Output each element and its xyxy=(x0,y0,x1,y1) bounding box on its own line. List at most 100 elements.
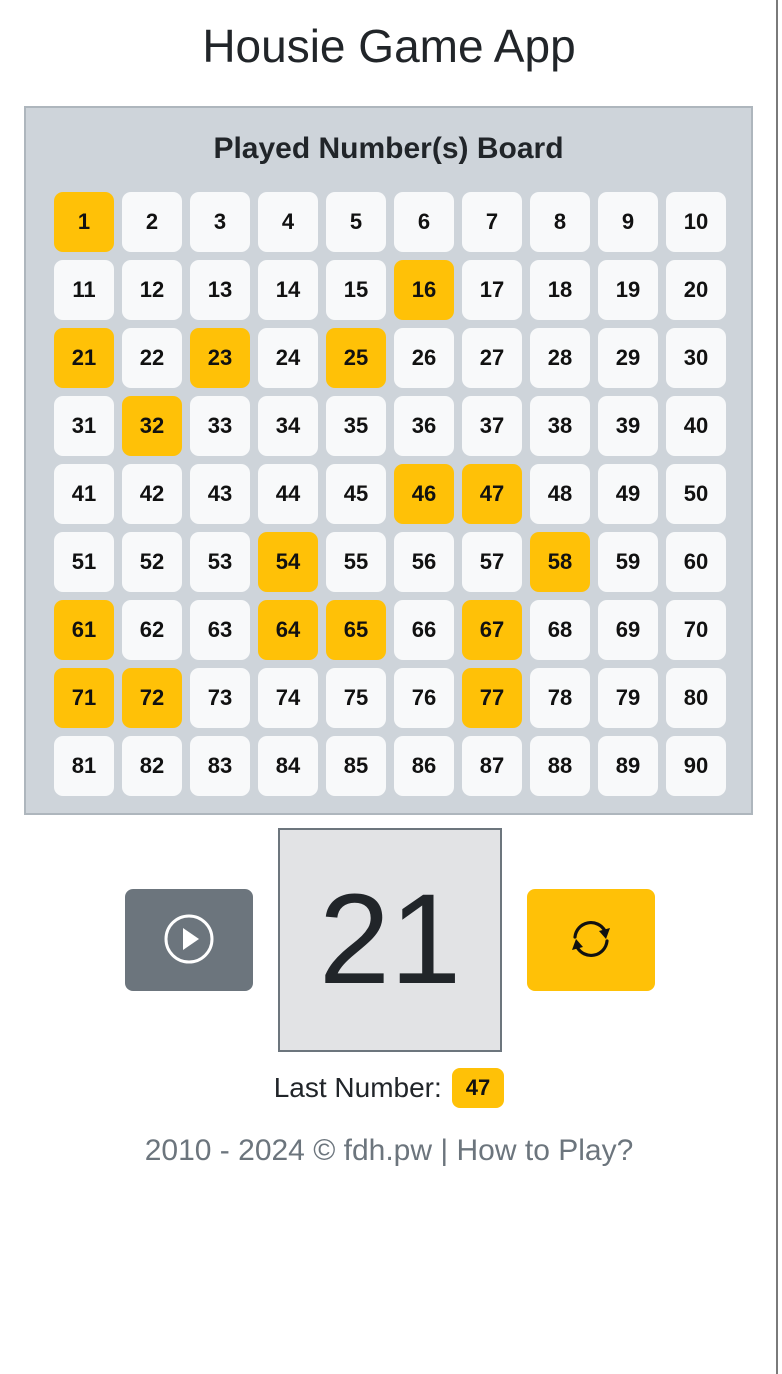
number-cell-6: 6 xyxy=(394,192,454,252)
page-title: Housie Game App xyxy=(202,20,576,72)
number-cell-66: 66 xyxy=(394,600,454,660)
number-cell-64: 64 xyxy=(258,600,318,660)
number-cell-11: 11 xyxy=(54,260,114,320)
number-cell-86: 86 xyxy=(394,736,454,796)
number-cell-14: 14 xyxy=(258,260,318,320)
number-cell-72: 72 xyxy=(122,668,182,728)
copyright-text: 2010 - 2024 © fdh.pw xyxy=(144,1134,433,1167)
number-cell-31: 31 xyxy=(54,396,114,456)
number-cell-57: 57 xyxy=(462,532,522,592)
number-cell-69: 69 xyxy=(598,600,658,660)
refresh-icon xyxy=(566,914,616,967)
number-cell-43: 43 xyxy=(190,464,250,524)
number-cell-58: 58 xyxy=(530,532,590,592)
number-cell-40: 40 xyxy=(666,396,726,456)
number-cell-3: 3 xyxy=(190,192,250,252)
number-cell-56: 56 xyxy=(394,532,454,592)
number-cell-79: 79 xyxy=(598,668,658,728)
number-cell-23: 23 xyxy=(190,328,250,388)
number-cell-39: 39 xyxy=(598,396,658,456)
number-cell-5: 5 xyxy=(326,192,386,252)
how-to-play-link[interactable]: How to Play? xyxy=(457,1134,634,1167)
number-cell-51: 51 xyxy=(54,532,114,592)
number-cell-75: 75 xyxy=(326,668,386,728)
number-cell-37: 37 xyxy=(462,396,522,456)
number-cell-9: 9 xyxy=(598,192,658,252)
number-cell-4: 4 xyxy=(258,192,318,252)
number-cell-8: 8 xyxy=(530,192,590,252)
number-cell-88: 88 xyxy=(530,736,590,796)
number-cell-85: 85 xyxy=(326,736,386,796)
number-cell-29: 29 xyxy=(598,328,658,388)
last-number-badge: 47 xyxy=(451,1068,505,1108)
reset-game-button[interactable] xyxy=(527,889,655,991)
number-cell-27: 27 xyxy=(462,328,522,388)
game-controls: 21 xyxy=(0,828,778,1052)
number-cell-22: 22 xyxy=(122,328,182,388)
number-cell-1: 1 xyxy=(54,192,114,252)
number-cell-55: 55 xyxy=(326,532,386,592)
number-cell-68: 68 xyxy=(530,600,590,660)
number-cell-90: 90 xyxy=(666,736,726,796)
number-cell-76: 76 xyxy=(394,668,454,728)
number-cell-50: 50 xyxy=(666,464,726,524)
number-cell-2: 2 xyxy=(122,192,182,252)
number-cell-83: 83 xyxy=(190,736,250,796)
number-cell-89: 89 xyxy=(598,736,658,796)
number-cell-73: 73 xyxy=(190,668,250,728)
played-numbers-board: Played Number(s) Board 1 2 3 4 5 6 7 8 9 10 11 12 13… xyxy=(24,106,753,815)
last-number-label: Last Number: xyxy=(273,1072,442,1103)
current-number-display: 21 xyxy=(278,828,502,1052)
play-button[interactable] xyxy=(125,889,253,991)
number-cell-30: 30 xyxy=(666,328,726,388)
number-cell-34: 34 xyxy=(258,396,318,456)
number-cell-38: 38 xyxy=(530,396,590,456)
number-cell-15: 15 xyxy=(326,260,386,320)
board-title: Played Number(s) Board xyxy=(213,132,564,165)
number-cell-32: 32 xyxy=(122,396,182,456)
number-cell-10: 10 xyxy=(666,192,726,252)
number-cell-19: 19 xyxy=(598,260,658,320)
footer: 2010 - 2024 © fdh.pw | How to Play? xyxy=(0,1132,778,1170)
number-cell-60: 60 xyxy=(666,532,726,592)
number-cell-33: 33 xyxy=(190,396,250,456)
number-cell-20: 20 xyxy=(666,260,726,320)
number-cell-84: 84 xyxy=(258,736,318,796)
number-cell-42: 42 xyxy=(122,464,182,524)
number-cell-53: 53 xyxy=(190,532,250,592)
number-cell-70: 70 xyxy=(666,600,726,660)
number-cell-26: 26 xyxy=(394,328,454,388)
number-cell-67: 67 xyxy=(462,600,522,660)
number-cell-82: 82 xyxy=(122,736,182,796)
number-cell-59: 59 xyxy=(598,532,658,592)
number-cell-12: 12 xyxy=(122,260,182,320)
number-cell-54: 54 xyxy=(258,532,318,592)
last-number-row: Last Number: 47 xyxy=(0,1068,778,1108)
number-cell-25: 25 xyxy=(326,328,386,388)
number-cell-71: 71 xyxy=(54,668,114,728)
play-circle-icon xyxy=(163,913,215,968)
footer-separator: | xyxy=(432,1134,457,1167)
number-cell-46: 46 xyxy=(394,464,454,524)
number-cell-87: 87 xyxy=(462,736,522,796)
current-number: 21 xyxy=(318,868,462,1011)
number-cell-77: 77 xyxy=(462,668,522,728)
number-cell-52: 52 xyxy=(122,532,182,592)
number-grid: 1 2 3 4 5 6 7 8 9 10 11 12 13 14 15 16 17 18 19 20 21 22 23 24 2… xyxy=(54,192,734,796)
number-cell-63: 63 xyxy=(190,600,250,660)
number-cell-49: 49 xyxy=(598,464,658,524)
number-cell-47: 47 xyxy=(462,464,522,524)
number-cell-7: 7 xyxy=(462,192,522,252)
number-cell-36: 36 xyxy=(394,396,454,456)
number-cell-28: 28 xyxy=(530,328,590,388)
number-cell-41: 41 xyxy=(54,464,114,524)
number-cell-21: 21 xyxy=(54,328,114,388)
number-cell-35: 35 xyxy=(326,396,386,456)
number-cell-81: 81 xyxy=(54,736,114,796)
number-cell-62: 62 xyxy=(122,600,182,660)
number-cell-80: 80 xyxy=(666,668,726,728)
number-cell-45: 45 xyxy=(326,464,386,524)
number-cell-61: 61 xyxy=(54,600,114,660)
number-cell-17: 17 xyxy=(462,260,522,320)
number-cell-16: 16 xyxy=(394,260,454,320)
